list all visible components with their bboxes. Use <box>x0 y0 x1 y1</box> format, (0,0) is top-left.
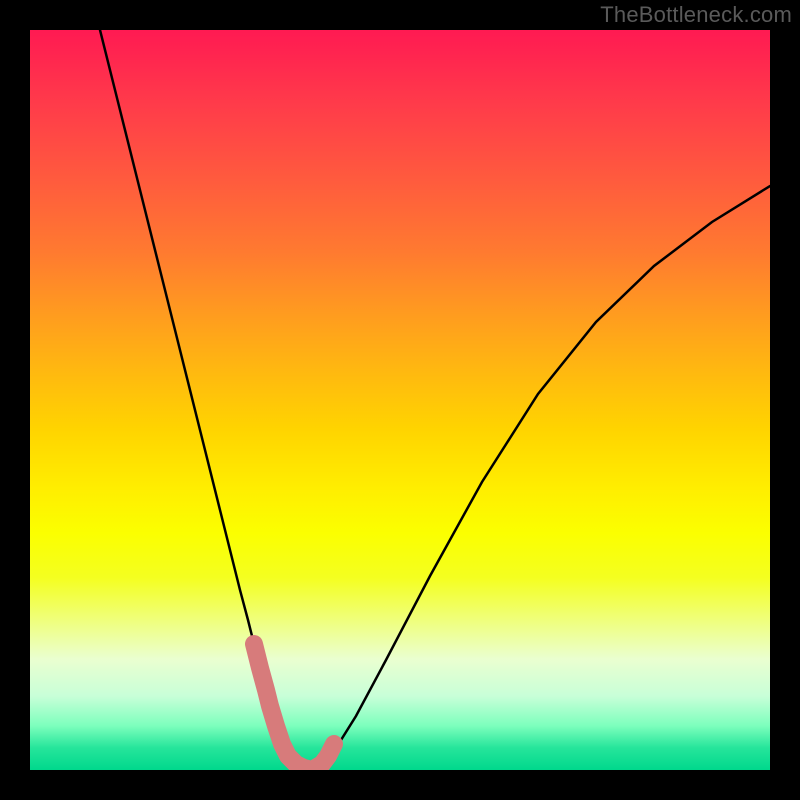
chart-frame: TheBottleneck.com <box>0 0 800 800</box>
curve-layer <box>30 30 770 770</box>
plot-area <box>30 30 770 770</box>
curve-line <box>100 30 770 770</box>
trough-marker-path <box>254 644 334 770</box>
trough-marker <box>254 644 334 770</box>
watermark-label: TheBottleneck.com <box>600 2 792 28</box>
bottleneck-curve <box>100 30 770 770</box>
